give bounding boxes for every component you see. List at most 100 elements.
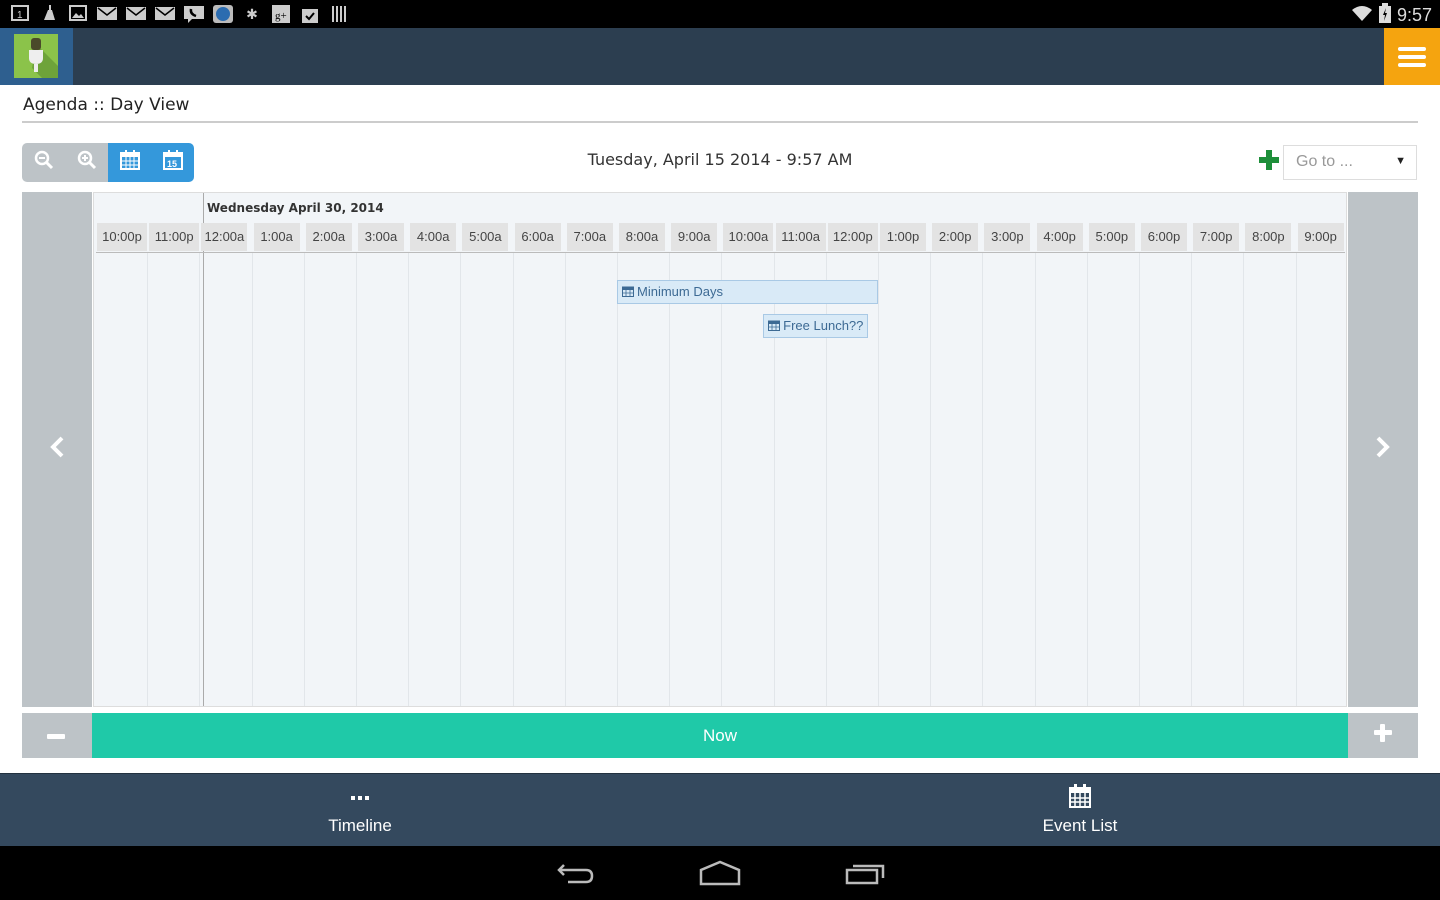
app-icon bbox=[213, 5, 233, 23]
tab-timeline[interactable]: Timeline bbox=[0, 774, 720, 847]
wifi-icon bbox=[1351, 4, 1373, 27]
gallery-icon bbox=[68, 5, 88, 23]
hour-gridline bbox=[1086, 253, 1088, 706]
yelp-icon: ✱ bbox=[246, 6, 258, 22]
menu-button[interactable] bbox=[1384, 28, 1440, 85]
next-button[interactable] bbox=[1348, 192, 1418, 707]
calendar-icon bbox=[1069, 783, 1091, 813]
app-bar bbox=[0, 28, 1440, 85]
hour-label: 7:00a bbox=[566, 223, 613, 251]
current-datetime: Tuesday, April 15 2014 - 9:57 AM bbox=[587, 150, 853, 169]
timeline-zoom-out-button[interactable] bbox=[22, 713, 92, 758]
bottom-navigation: Timeline Event List bbox=[0, 773, 1440, 846]
hour-gridline bbox=[512, 253, 514, 706]
add-event-button[interactable] bbox=[1258, 150, 1280, 172]
dropdown-caret-icon: ▼ bbox=[1395, 155, 1406, 167]
hour-label: 1:00a bbox=[253, 223, 300, 251]
svg-text:1: 1 bbox=[17, 10, 23, 21]
hour-gridline bbox=[982, 253, 984, 706]
hour-gridline bbox=[1191, 253, 1193, 706]
hour-label: 4:00p bbox=[1036, 223, 1083, 251]
day-label: Wednesday April 30, 2014 bbox=[207, 201, 384, 215]
hour-label: 3:00p bbox=[984, 223, 1031, 251]
barcode-icon bbox=[329, 5, 349, 23]
hour-label: 7:00p bbox=[1193, 223, 1240, 251]
hour-label: 9:00p bbox=[1297, 223, 1344, 251]
goto-select[interactable]: Go to ... ▼ bbox=[1283, 145, 1417, 180]
now-button[interactable]: Now bbox=[92, 713, 1348, 758]
hour-gridline bbox=[669, 253, 671, 706]
hour-gridline bbox=[564, 253, 566, 706]
clock: 9:57 bbox=[1396, 5, 1432, 25]
hour-gridline bbox=[878, 253, 879, 706]
previous-button[interactable] bbox=[22, 192, 92, 707]
shopping-bag-icon bbox=[300, 5, 320, 23]
hour-label: 9:00a bbox=[671, 223, 718, 251]
timeline-grid[interactable]: Wednesday April 30, 2014 10:00p 11:00p 12:… bbox=[93, 192, 1347, 707]
plus-icon bbox=[1373, 723, 1393, 748]
tab-label: Event List bbox=[1042, 816, 1118, 835]
logo-button[interactable] bbox=[0, 28, 73, 85]
google-plus-icon: g+ bbox=[271, 5, 291, 23]
hour-gridline bbox=[147, 253, 149, 706]
hour-label: 11:00p bbox=[149, 223, 200, 251]
tab-event-list[interactable]: Event List bbox=[720, 774, 1440, 847]
hour-label: 2:00p bbox=[932, 223, 979, 251]
event-title: Minimum Days bbox=[637, 284, 723, 299]
hour-gridline bbox=[1034, 253, 1036, 706]
event-item[interactable]: Free Lunch?? bbox=[763, 314, 868, 338]
cleaner-icon bbox=[39, 5, 59, 23]
hour-label: 10:00a bbox=[723, 223, 774, 251]
hour-label: 3:00a bbox=[358, 223, 404, 251]
recents-icon bbox=[845, 864, 887, 890]
hour-label: 6:00a bbox=[514, 223, 561, 251]
home-icon bbox=[699, 860, 741, 890]
hour-gridline bbox=[721, 253, 723, 706]
chevron-left-icon bbox=[49, 436, 65, 463]
hour-label: 5:00p bbox=[1088, 223, 1135, 251]
hour-gridline bbox=[199, 253, 201, 706]
hour-gridline bbox=[617, 253, 618, 706]
microphone-logo bbox=[14, 34, 58, 78]
timeline-zoom-in-button[interactable] bbox=[1348, 713, 1418, 758]
event-title: Free Lunch?? bbox=[783, 318, 864, 333]
hour-gridline bbox=[460, 253, 462, 706]
back-button[interactable] bbox=[556, 860, 596, 891]
hour-gridline bbox=[356, 253, 357, 706]
page-title: Agenda :: Day View bbox=[23, 95, 190, 115]
hour-gridline bbox=[1139, 253, 1140, 706]
status-bar: 1 ✱ g+ 9:57 bbox=[0, 0, 1440, 28]
mail-icon bbox=[126, 5, 146, 23]
event-item[interactable]: Minimum Days bbox=[617, 280, 878, 304]
recents-button[interactable] bbox=[845, 860, 887, 891]
hour-label: 10:00p bbox=[97, 223, 147, 251]
hour-gridline bbox=[1243, 253, 1245, 706]
plus-icon bbox=[1259, 146, 1279, 176]
svg-text:g+: g+ bbox=[275, 10, 287, 22]
hour-gridline bbox=[930, 253, 932, 706]
day-divider bbox=[203, 193, 204, 706]
home-button[interactable] bbox=[699, 860, 741, 891]
title-divider bbox=[22, 121, 1418, 123]
hour-label: 8:00a bbox=[619, 223, 665, 251]
calendar-1-icon: 1 bbox=[10, 5, 30, 23]
hour-gridline bbox=[1295, 253, 1297, 706]
hour-gridline bbox=[408, 253, 410, 706]
hour-label: 2:00a bbox=[305, 223, 352, 251]
hour-label: 12:00a bbox=[201, 223, 248, 251]
hour-label: 4:00a bbox=[410, 223, 457, 251]
battery-icon bbox=[1378, 3, 1391, 28]
hour-gridline bbox=[251, 253, 253, 706]
calendar-icon bbox=[622, 284, 637, 299]
back-icon bbox=[556, 864, 596, 890]
minus-icon bbox=[47, 727, 67, 745]
hour-label: 6:00p bbox=[1141, 223, 1187, 251]
notification-icons: 1 ✱ g+ bbox=[10, 5, 349, 23]
mail-icon bbox=[97, 5, 117, 23]
tab-label: Timeline bbox=[328, 816, 392, 835]
hour-gridline bbox=[303, 253, 305, 706]
hour-label: 12:00p bbox=[827, 223, 878, 251]
voicemail-icon bbox=[184, 5, 204, 23]
hour-label: 1:00p bbox=[880, 223, 926, 251]
hour-label: 5:00a bbox=[462, 223, 509, 251]
